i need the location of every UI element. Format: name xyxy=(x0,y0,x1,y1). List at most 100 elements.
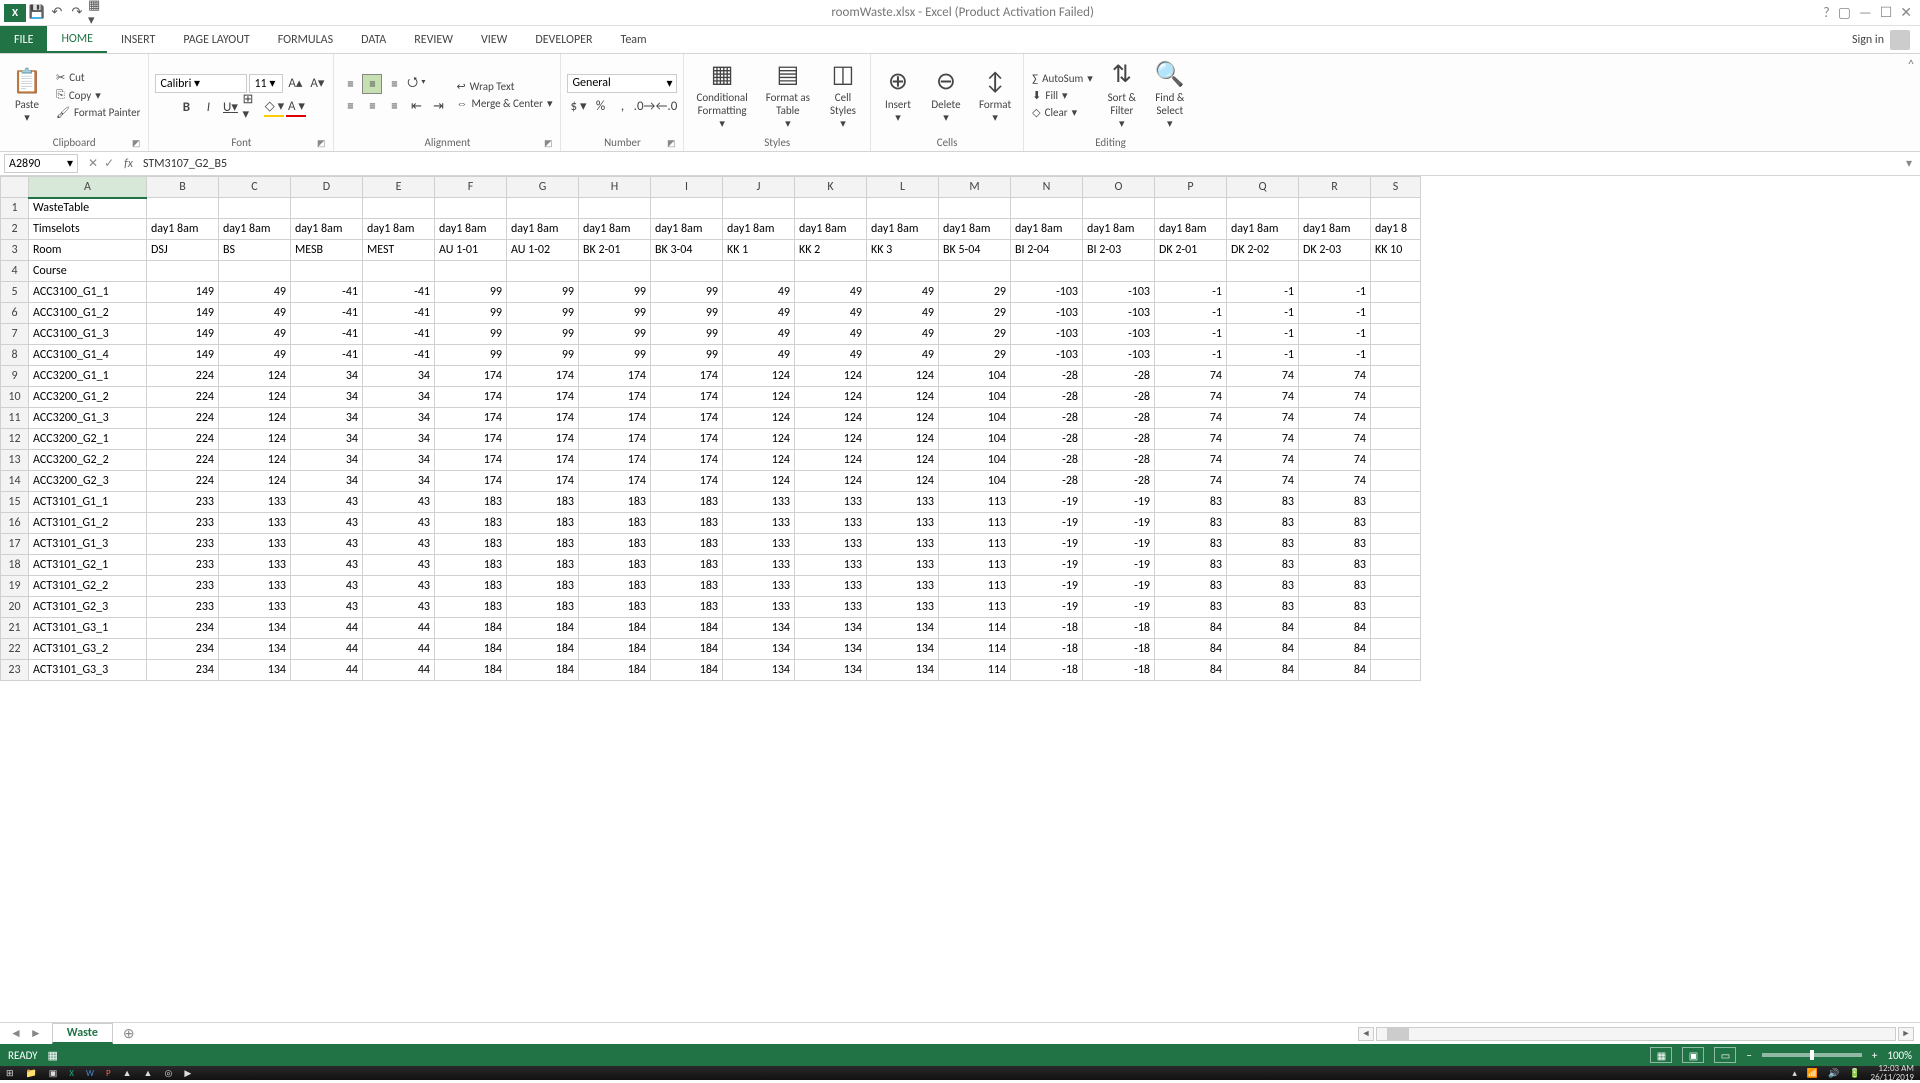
cell[interactable]: 133 xyxy=(795,513,867,534)
dialog-launcher-icon[interactable]: ◩ xyxy=(667,138,676,149)
cell[interactable]: -18 xyxy=(1011,660,1083,681)
row-header[interactable]: 3 xyxy=(1,240,29,261)
cell[interactable]: 43 xyxy=(291,555,363,576)
cell[interactable] xyxy=(579,261,651,282)
indent-inc-icon[interactable]: ⇥ xyxy=(428,96,448,116)
cell[interactable] xyxy=(939,261,1011,282)
cell[interactable]: ACC3200_G2_3 xyxy=(29,471,147,492)
macro-icon[interactable]: ▦ xyxy=(48,1049,58,1062)
cell[interactable]: 49 xyxy=(867,303,939,324)
cell[interactable]: 134 xyxy=(795,639,867,660)
cell[interactable]: 84 xyxy=(1227,618,1299,639)
cell[interactable]: Timselots xyxy=(29,219,147,240)
cell[interactable]: day1 8am xyxy=(723,219,795,240)
cell[interactable]: day1 8am xyxy=(1011,219,1083,240)
cell[interactable]: -28 xyxy=(1083,450,1155,471)
cell[interactable]: -1 xyxy=(1227,303,1299,324)
cell[interactable]: -1 xyxy=(1155,324,1227,345)
cell[interactable] xyxy=(1371,660,1421,681)
cell[interactable]: -18 xyxy=(1083,660,1155,681)
cell[interactable]: 44 xyxy=(363,639,435,660)
tab-developer[interactable]: DEVELOPER xyxy=(521,26,606,53)
cancel-formula-icon[interactable]: ✕ xyxy=(88,156,98,171)
cell[interactable]: 49 xyxy=(867,345,939,366)
cell[interactable]: 133 xyxy=(867,534,939,555)
font-name-select[interactable]: Calibri ▾ xyxy=(155,74,247,93)
cell[interactable]: -103 xyxy=(1011,282,1083,303)
cell[interactable]: 34 xyxy=(363,429,435,450)
cell[interactable]: -1 xyxy=(1299,282,1371,303)
cell[interactable]: ACT3101_G1_3 xyxy=(29,534,147,555)
cell[interactable] xyxy=(939,198,1011,219)
col-header[interactable]: N xyxy=(1011,177,1083,198)
add-sheet-button[interactable]: ⊕ xyxy=(113,1025,145,1042)
cell[interactable]: 43 xyxy=(291,513,363,534)
cell[interactable]: -103 xyxy=(1083,345,1155,366)
row-header[interactable]: 2 xyxy=(1,219,29,240)
cell[interactable]: -1 xyxy=(1155,345,1227,366)
cell[interactable]: 99 xyxy=(651,303,723,324)
cell[interactable]: day1 8am xyxy=(1155,219,1227,240)
cell[interactable] xyxy=(723,261,795,282)
cell[interactable] xyxy=(1371,555,1421,576)
cell[interactable]: 44 xyxy=(291,639,363,660)
cell[interactable]: 84 xyxy=(1155,618,1227,639)
cell[interactable]: -18 xyxy=(1083,618,1155,639)
expand-formula-icon[interactable]: ▾ xyxy=(1898,156,1920,171)
cell[interactable]: day1 8am xyxy=(1299,219,1371,240)
cell[interactable]: 233 xyxy=(147,492,219,513)
cell[interactable]: 99 xyxy=(435,345,507,366)
cell[interactable] xyxy=(219,198,291,219)
tab-file[interactable]: FILE xyxy=(0,26,47,53)
cell[interactable]: day1 8am xyxy=(579,219,651,240)
cell[interactable]: 74 xyxy=(1299,471,1371,492)
cell[interactable]: 133 xyxy=(219,555,291,576)
cell[interactable]: 174 xyxy=(507,366,579,387)
cell[interactable]: DK 2-01 xyxy=(1155,240,1227,261)
cell[interactable]: 184 xyxy=(579,618,651,639)
format-painter-button[interactable]: 🖌Format Painter xyxy=(54,105,142,120)
tab-home[interactable]: HOME xyxy=(47,26,107,53)
cell[interactable] xyxy=(651,198,723,219)
cell[interactable] xyxy=(363,261,435,282)
app3-icon[interactable]: ▲ xyxy=(144,1068,153,1079)
cell[interactable]: 134 xyxy=(723,618,795,639)
excel-task-icon[interactable]: X xyxy=(69,1068,74,1079)
cell[interactable]: 234 xyxy=(147,639,219,660)
cell[interactable]: 133 xyxy=(219,513,291,534)
cell[interactable]: 184 xyxy=(651,618,723,639)
cell[interactable]: ACT3101_G1_1 xyxy=(29,492,147,513)
cell[interactable] xyxy=(723,198,795,219)
cell[interactable]: 49 xyxy=(795,324,867,345)
cell[interactable]: 124 xyxy=(867,429,939,450)
cell[interactable]: ACC3200_G2_2 xyxy=(29,450,147,471)
cell[interactable]: 174 xyxy=(507,471,579,492)
cell[interactable]: 43 xyxy=(363,534,435,555)
cell[interactable]: 29 xyxy=(939,345,1011,366)
cell[interactable]: 74 xyxy=(1227,387,1299,408)
cell[interactable]: 133 xyxy=(219,597,291,618)
cell[interactable]: -1 xyxy=(1299,303,1371,324)
cell[interactable]: -28 xyxy=(1083,387,1155,408)
cell[interactable]: 99 xyxy=(579,324,651,345)
cell[interactable]: 99 xyxy=(651,282,723,303)
cell[interactable] xyxy=(1371,450,1421,471)
chrome-icon[interactable]: ◎ xyxy=(164,1068,172,1079)
row-header[interactable]: 14 xyxy=(1,471,29,492)
cell[interactable]: 99 xyxy=(507,345,579,366)
cell[interactable]: 83 xyxy=(1227,513,1299,534)
cell[interactable]: 104 xyxy=(939,471,1011,492)
cell[interactable]: 149 xyxy=(147,345,219,366)
row-header[interactable]: 19 xyxy=(1,576,29,597)
start-icon[interactable]: ⊞ xyxy=(6,1068,14,1079)
cell[interactable]: 84 xyxy=(1299,618,1371,639)
cell[interactable]: 183 xyxy=(579,513,651,534)
app1-icon[interactable]: ▣ xyxy=(49,1068,58,1079)
cell[interactable] xyxy=(1299,198,1371,219)
view-layout-icon[interactable]: ▣ xyxy=(1682,1047,1704,1063)
cell[interactable]: 183 xyxy=(435,513,507,534)
formula-input[interactable]: STM3107_G2_B5 xyxy=(137,156,1898,172)
cell[interactable] xyxy=(291,261,363,282)
collapse-ribbon-icon[interactable]: ^ xyxy=(1908,58,1914,72)
cell[interactable]: 43 xyxy=(363,555,435,576)
